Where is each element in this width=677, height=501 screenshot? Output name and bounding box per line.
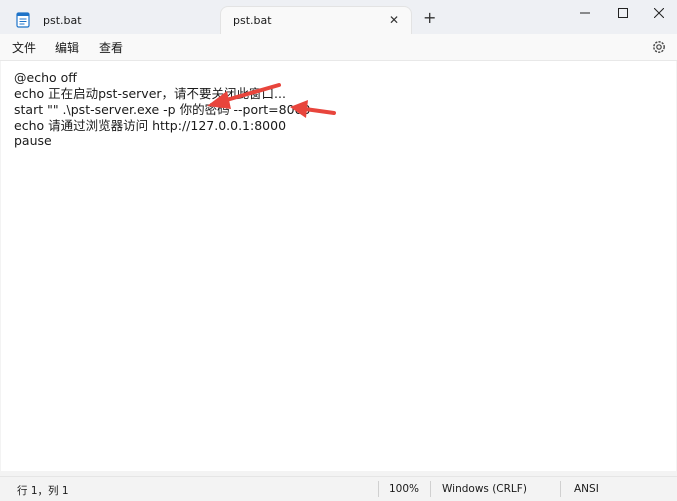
annotation-arrows	[207, 83, 336, 118]
minimize-icon	[580, 12, 590, 14]
close-tab-icon[interactable]: ✕	[389, 13, 399, 27]
close-window-button[interactable]	[642, 2, 676, 24]
maximize-button[interactable]	[606, 2, 640, 24]
red-arrow-icon	[207, 83, 281, 109]
notepad-file-icon	[16, 12, 30, 28]
tab-label: pst.bat	[43, 13, 82, 27]
gear-icon[interactable]	[651, 39, 667, 55]
maximize-icon	[618, 8, 628, 18]
menu-file[interactable]: 文件	[12, 39, 36, 56]
divider	[378, 481, 379, 497]
title-bar: pst.bat pst.bat ✕ +	[0, 0, 677, 34]
zoom-level[interactable]: 100%	[389, 483, 419, 495]
line-ending[interactable]: Windows (CRLF)	[442, 483, 527, 495]
red-arrow-icon	[290, 100, 336, 118]
status-bar: 行 1，列 1 100% Windows (CRLF) ANSI	[0, 476, 677, 501]
tab-pst-bat-1[interactable]: pst.bat	[8, 6, 220, 34]
divider	[430, 481, 431, 497]
text-editor[interactable]: @echo off echo 正在启动pst-server，请不要关闭此窗口..…	[1, 61, 676, 471]
divider	[560, 481, 561, 497]
cursor-position: 行 1，列 1	[17, 485, 69, 497]
tab-pst-bat-2[interactable]: pst.bat ✕	[220, 6, 412, 34]
new-tab-icon[interactable]: +	[423, 10, 436, 26]
menu-edit[interactable]: 编辑	[55, 39, 79, 56]
menu-bar: 文件 编辑 查看	[0, 34, 677, 61]
menu-view[interactable]: 查看	[99, 39, 123, 56]
close-icon	[654, 8, 664, 18]
encoding[interactable]: ANSI	[574, 483, 599, 495]
tab-label: pst.bat	[233, 14, 272, 27]
minimize-button[interactable]	[568, 2, 602, 24]
